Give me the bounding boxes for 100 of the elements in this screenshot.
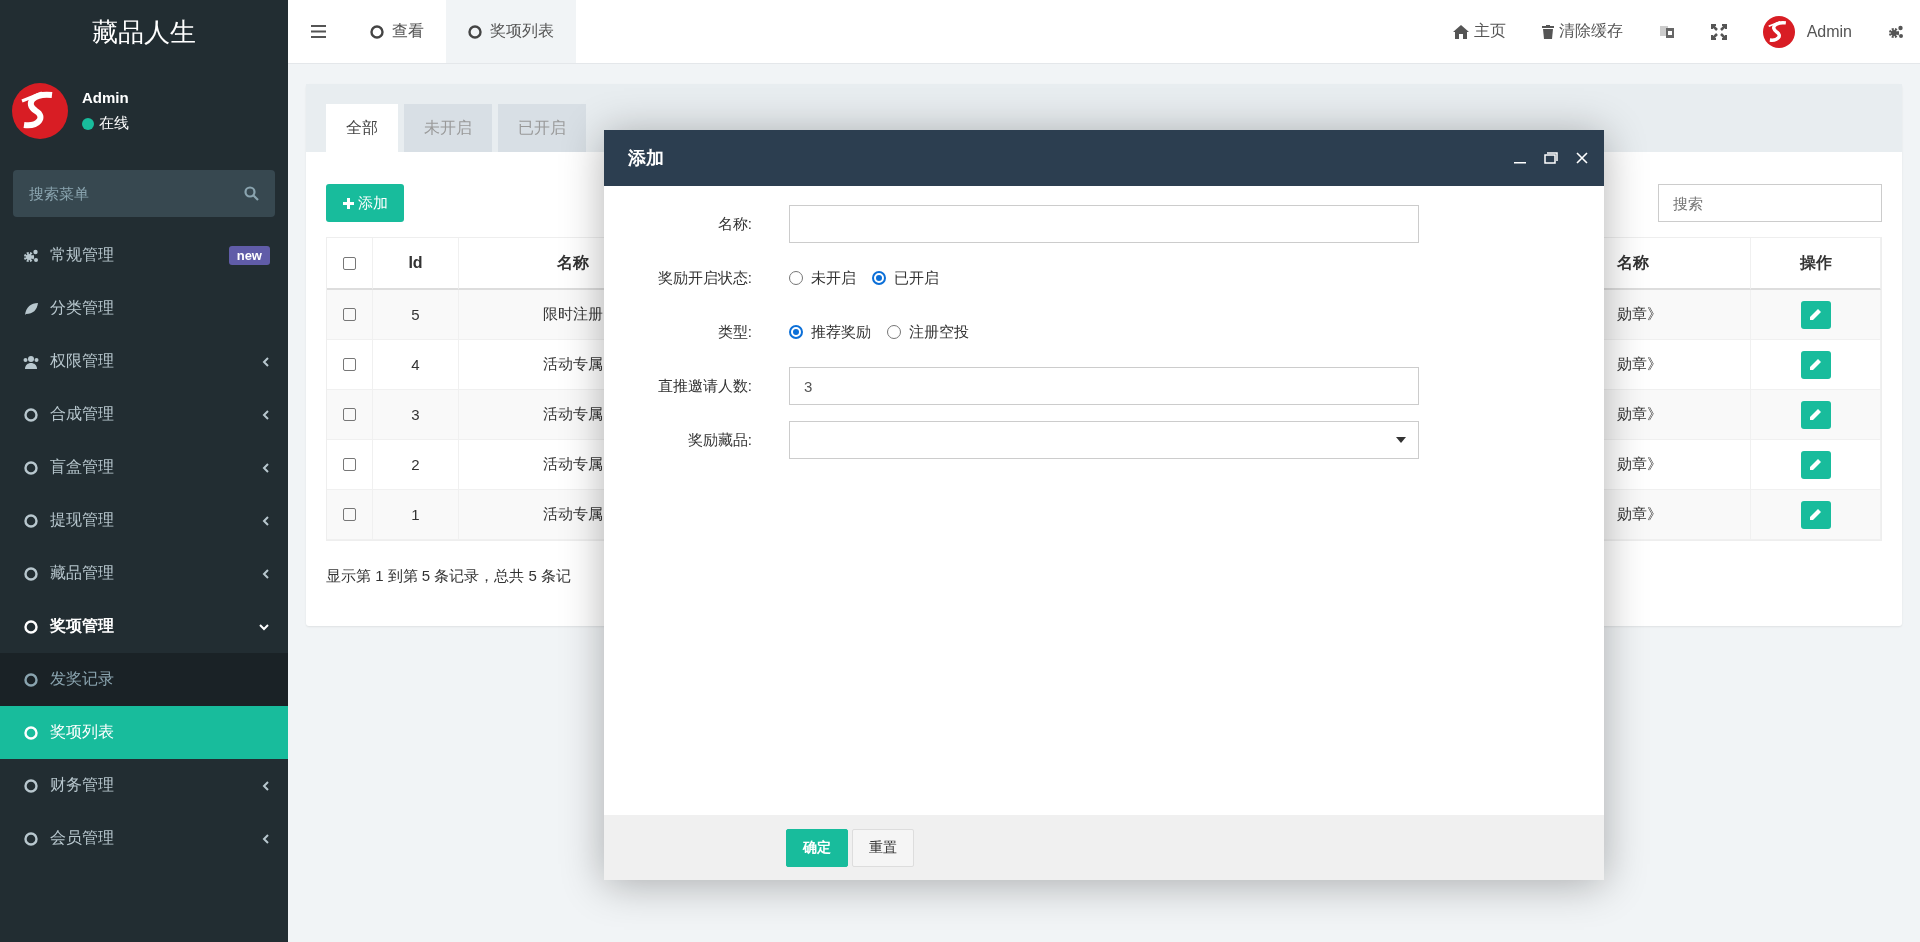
radio-label: 未开启 [811, 268, 856, 288]
users-icon [22, 353, 40, 370]
gears-icon[interactable] [1888, 23, 1904, 40]
input-field[interactable] [789, 205, 1419, 243]
maximize-icon [1544, 152, 1558, 164]
chevron-left-icon [262, 514, 270, 527]
input-field[interactable]: 3 [789, 367, 1419, 405]
menu-item[interactable]: 盲盒管理 [0, 441, 288, 494]
chevron-left-icon [262, 832, 270, 845]
translate-icon[interactable] [1658, 23, 1675, 40]
chevron-left-icon [262, 408, 270, 421]
radio-button[interactable] [789, 325, 803, 339]
table-cell: 勋章》 [1617, 455, 1662, 474]
menu-item[interactable]: 财务管理 [0, 759, 288, 812]
table-cell: 活动专属 [542, 355, 603, 374]
field-label: 奖励开启状态: [656, 268, 752, 288]
checkbox[interactable] [343, 256, 356, 270]
table-cell: 4 [411, 356, 420, 373]
chevron-left-icon [262, 567, 270, 580]
avatar-icon [12, 83, 68, 139]
edit-button[interactable] [1800, 400, 1831, 429]
edit-button[interactable] [1800, 300, 1831, 329]
nav-tab[interactable]: 查看 [348, 0, 446, 63]
circle-icon [24, 619, 38, 634]
circle-icon [468, 24, 482, 39]
menu-icon[interactable] [310, 25, 326, 38]
maximize-button[interactable] [1544, 152, 1558, 164]
checkbox[interactable] [343, 358, 356, 371]
chevron-left-icon [262, 779, 270, 792]
search-icon [244, 186, 259, 201]
close-button[interactable] [1576, 152, 1588, 164]
nav-link[interactable]: 清除缓存 [1541, 21, 1623, 42]
reset-button[interactable]: 重置 [852, 828, 914, 867]
menu-item[interactable]: 藏品管理 [0, 547, 288, 600]
table-cell: 勋章》 [1617, 305, 1662, 324]
table-cell: 活动专属 [542, 505, 603, 524]
pencil-icon [1809, 358, 1822, 371]
menu-item[interactable]: 权限管理 [0, 335, 288, 388]
table-cell: 限时注册 [542, 305, 603, 324]
chevron-left-icon [262, 355, 270, 368]
pagination-info: 显示第 1 到第 5 条记录，总共 5 条记 [326, 567, 573, 586]
menu-item[interactable]: 分类管理 [0, 282, 288, 335]
radio-button[interactable] [872, 271, 886, 285]
table-cell: 勋章》 [1617, 355, 1662, 374]
column-header: 名称 [1617, 252, 1649, 273]
edit-button[interactable] [1800, 450, 1831, 479]
gears-icon [23, 247, 39, 264]
submenu-item[interactable]: 发奖记录 [0, 653, 288, 706]
trash-icon [1541, 24, 1554, 39]
column-header: 名称 [556, 252, 589, 273]
fullscreen-icon[interactable] [1710, 23, 1727, 40]
table-cell: 勋章》 [1617, 505, 1662, 524]
filter-tab[interactable]: 全部 [326, 104, 398, 152]
new-badge: new [228, 246, 270, 265]
table-cell: 活动专属 [542, 405, 603, 424]
radio-label: 已开启 [894, 268, 939, 288]
table-cell: 3 [411, 406, 420, 423]
checkbox[interactable] [343, 458, 356, 471]
avatar-icon [1762, 15, 1795, 48]
menu-item[interactable]: 会员管理 [0, 812, 288, 865]
pencil-icon [1809, 458, 1822, 471]
minimize-icon [1514, 162, 1526, 164]
circle-icon [24, 407, 38, 422]
close-icon [1576, 152, 1588, 164]
field-label: 名称: [716, 214, 752, 234]
caret-down-icon [1396, 437, 1406, 443]
table-cell: 勋章》 [1617, 405, 1662, 424]
checkbox[interactable] [343, 408, 356, 421]
user-menu[interactable]: Admin [1762, 15, 1852, 48]
modal-title: 添加 [628, 147, 665, 170]
menu-item[interactable]: 提现管理 [0, 494, 288, 547]
nav-tab[interactable]: 奖项列表 [446, 0, 576, 63]
table-cell: 2 [411, 456, 420, 473]
pencil-icon [1809, 308, 1822, 321]
edit-button[interactable] [1800, 350, 1831, 379]
circle-icon [24, 566, 38, 581]
radio-label: 注册空投 [909, 322, 969, 342]
nav-link[interactable]: 主页 [1452, 21, 1506, 42]
home-icon [1452, 24, 1469, 39]
field-label: 类型: [716, 322, 752, 342]
circle-icon [24, 778, 38, 793]
site-title: 藏品人生 [92, 15, 196, 49]
search-field[interactable]: 搜索 [1658, 184, 1882, 222]
menu-item[interactable]: 常规管理 new [0, 229, 288, 282]
select-field[interactable] [789, 421, 1419, 459]
circle-icon [24, 831, 38, 846]
plus-icon [342, 197, 354, 209]
edit-button[interactable] [1800, 500, 1831, 529]
menu-item[interactable]: 合成管理 [0, 388, 288, 441]
column-header: Id [408, 254, 423, 272]
menu-item[interactable]: 奖项管理 [0, 600, 288, 653]
user-status: 在线 [99, 114, 129, 133]
checkbox[interactable] [343, 308, 356, 321]
checkbox[interactable] [343, 508, 356, 521]
table-cell: 1 [411, 506, 420, 523]
circle-icon [24, 672, 38, 687]
chevron-down-icon [258, 622, 270, 631]
table-cell: 5 [411, 306, 420, 323]
menu-search-field[interactable]: 搜索菜单 [13, 170, 275, 217]
circle-icon [370, 24, 384, 39]
